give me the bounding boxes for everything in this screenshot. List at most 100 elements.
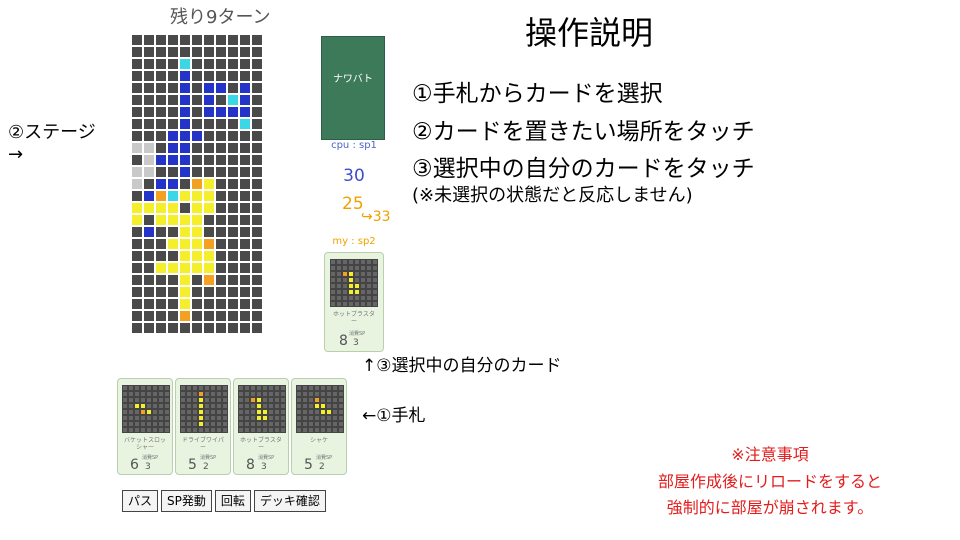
board-cell[interactable] [192, 239, 202, 249]
board-cell[interactable] [240, 203, 250, 213]
board-cell[interactable] [132, 227, 142, 237]
board-cell[interactable] [144, 83, 154, 93]
board-cell[interactable] [144, 203, 154, 213]
board-cell[interactable] [168, 299, 178, 309]
board-cell[interactable] [168, 131, 178, 141]
selected-card[interactable]: ホットブラスター 消費SP 8 3 [324, 252, 384, 352]
board-cell[interactable] [204, 119, 214, 129]
board-cell[interactable] [204, 311, 214, 321]
board-cell[interactable] [228, 131, 238, 141]
board-cell[interactable] [216, 275, 226, 285]
board-cell[interactable] [240, 239, 250, 249]
board-cell[interactable] [132, 275, 142, 285]
board-cell[interactable] [156, 299, 166, 309]
board-cell[interactable] [180, 119, 190, 129]
board-cell[interactable] [156, 239, 166, 249]
board-cell[interactable] [168, 179, 178, 189]
board-cell[interactable] [216, 155, 226, 165]
board-cell[interactable] [252, 299, 262, 309]
board-cell[interactable] [240, 299, 250, 309]
board-cell[interactable] [168, 47, 178, 57]
board-cell[interactable] [168, 215, 178, 225]
board-cell[interactable] [132, 263, 142, 273]
board-cell[interactable] [216, 83, 226, 93]
board-cell[interactable] [240, 83, 250, 93]
board-cell[interactable] [132, 35, 142, 45]
board-cell[interactable] [204, 143, 214, 153]
board-cell[interactable] [216, 287, 226, 297]
board-cell[interactable] [204, 71, 214, 81]
board-cell[interactable] [144, 59, 154, 69]
board-cell[interactable] [252, 239, 262, 249]
board-cell[interactable] [156, 167, 166, 177]
board-cell[interactable] [216, 251, 226, 261]
board-cell[interactable] [180, 287, 190, 297]
board-cell[interactable] [144, 119, 154, 129]
board-cell[interactable] [132, 203, 142, 213]
board-cell[interactable] [156, 143, 166, 153]
board-cell[interactable] [180, 191, 190, 201]
board-cell[interactable] [168, 323, 178, 333]
board-cell[interactable] [240, 251, 250, 261]
board-cell[interactable] [192, 167, 202, 177]
board-cell[interactable] [192, 299, 202, 309]
board-cell[interactable] [144, 215, 154, 225]
board-cell[interactable] [156, 215, 166, 225]
board-cell[interactable] [144, 155, 154, 165]
board-cell[interactable] [228, 275, 238, 285]
board-cell[interactable] [228, 227, 238, 237]
board-cell[interactable] [132, 299, 142, 309]
board-cell[interactable] [132, 167, 142, 177]
board-cell[interactable] [240, 119, 250, 129]
board-cell[interactable] [252, 155, 262, 165]
board-cell[interactable] [240, 107, 250, 117]
board-cell[interactable] [240, 167, 250, 177]
rotate-button[interactable]: 回転 [214, 490, 251, 512]
board-cell[interactable] [180, 107, 190, 117]
deck-check-button[interactable]: デッキ確認 [253, 490, 326, 512]
board-cell[interactable] [204, 299, 214, 309]
sp-activate-button[interactable]: SP発動 [161, 490, 212, 512]
board-cell[interactable] [132, 59, 142, 69]
board-cell[interactable] [204, 59, 214, 69]
board-cell[interactable] [252, 35, 262, 45]
board-cell[interactable] [168, 155, 178, 165]
board-cell[interactable] [168, 227, 178, 237]
board-cell[interactable] [144, 131, 154, 141]
board-cell[interactable] [168, 35, 178, 45]
board-cell[interactable] [168, 83, 178, 93]
board-cell[interactable] [204, 227, 214, 237]
stage-board[interactable] [130, 33, 266, 345]
board-cell[interactable] [156, 263, 166, 273]
board-cell[interactable] [168, 251, 178, 261]
board-cell[interactable] [240, 287, 250, 297]
board-cell[interactable] [240, 95, 250, 105]
board-cell[interactable] [192, 251, 202, 261]
board-cell[interactable] [228, 239, 238, 249]
board-cell[interactable] [216, 47, 226, 57]
board-cell[interactable] [252, 47, 262, 57]
board-cell[interactable] [180, 35, 190, 45]
board-cell[interactable] [240, 179, 250, 189]
board-cell[interactable] [144, 95, 154, 105]
board-cell[interactable] [132, 191, 142, 201]
board-cell[interactable] [228, 311, 238, 321]
board-cell[interactable] [168, 71, 178, 81]
board-cell[interactable] [252, 143, 262, 153]
board-cell[interactable] [192, 323, 202, 333]
board-cell[interactable] [156, 179, 166, 189]
board-cell[interactable] [132, 143, 142, 153]
board-cell[interactable] [216, 119, 226, 129]
board-cell[interactable] [204, 155, 214, 165]
board-cell[interactable] [228, 143, 238, 153]
board-cell[interactable] [252, 167, 262, 177]
board-cell[interactable] [252, 275, 262, 285]
board-cell[interactable] [144, 167, 154, 177]
board-cell[interactable] [192, 263, 202, 273]
board-cell[interactable] [216, 71, 226, 81]
board-cell[interactable] [144, 275, 154, 285]
board-cell[interactable] [216, 59, 226, 69]
board-cell[interactable] [180, 275, 190, 285]
board-cell[interactable] [192, 71, 202, 81]
board-cell[interactable] [180, 251, 190, 261]
